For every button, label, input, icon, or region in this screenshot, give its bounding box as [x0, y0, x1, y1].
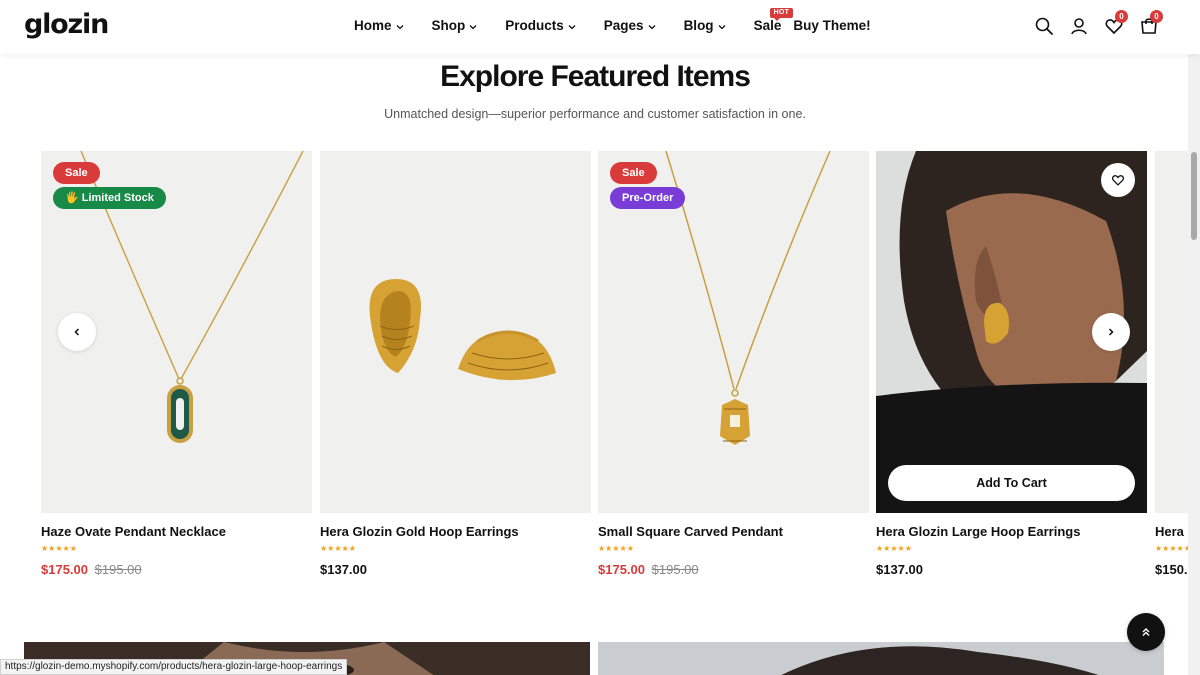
product-price: $175.00 $195.00 — [598, 562, 869, 577]
carousel-next-button[interactable] — [1092, 313, 1130, 351]
heart-icon — [1112, 175, 1124, 186]
nav-shop[interactable]: Shop — [432, 18, 478, 33]
product-price: $150.0 — [1155, 562, 1188, 577]
site-header: glozin Home Shop Products Pages Blog HOT… — [0, 0, 1200, 54]
nav-shop-label: Shop — [431, 18, 466, 33]
add-to-cart-button[interactable]: Add To Cart — [888, 465, 1135, 501]
regular-price: $150.0 — [1155, 562, 1188, 577]
rating-stars: ★★★★★ — [41, 544, 77, 553]
sale-badge: Sale — [610, 162, 657, 184]
product-title[interactable]: Hera C — [1155, 524, 1188, 539]
rating-stars: ★★★★★ — [876, 544, 912, 553]
rating-stars: ★★★★★ — [1155, 544, 1188, 553]
wishlist-icon[interactable]: 0 — [1104, 10, 1128, 36]
product-price: $175.00 $195.00 — [41, 562, 312, 577]
search-icon[interactable] — [1034, 16, 1054, 36]
nav-blog-label: Blog — [683, 18, 714, 33]
nav-pages-label: Pages — [603, 18, 644, 33]
cart-icon[interactable]: 0 — [1139, 10, 1163, 36]
scroll-to-top-button[interactable] — [1127, 613, 1165, 651]
chevron-right-icon — [1108, 328, 1114, 336]
rating-stars: ★★★★★ — [598, 544, 634, 553]
chevron-down-icon — [568, 18, 576, 33]
nav-buy-theme-label: Buy Theme! — [793, 18, 871, 33]
product-image[interactable] — [1155, 151, 1188, 513]
regular-price: $137.00 — [320, 562, 367, 577]
scrollbar-thumb[interactable] — [1191, 152, 1197, 240]
sale-price: $175.00 — [598, 562, 645, 577]
page-scrollbar[interactable] — [1188, 54, 1200, 675]
product-card[interactable]: Add To Cart Hera Glozin Large Hoop Earri… — [876, 151, 1147, 577]
status-url: https://glozin-demo.myshopify.com/produc… — [0, 659, 348, 675]
section-subtitle: Unmatched design—superior performance an… — [384, 107, 806, 121]
cart-count-badge: 0 — [1150, 10, 1163, 23]
product-title[interactable]: Small Square Carved Pendant — [598, 524, 869, 539]
product-card[interactable]: Hera Glozin Gold Hoop Earrings ★★★★★ $13… — [320, 151, 591, 577]
carousel-prev-button[interactable] — [58, 313, 96, 351]
product-price: $137.00 — [876, 562, 1147, 577]
account-icon[interactable] — [1069, 16, 1089, 36]
product-card[interactable]: Sale Pre-Order Small Square Carved Penda… — [598, 151, 869, 577]
product-image[interactable]: Sale Pre-Order — [598, 151, 869, 513]
regular-price: $137.00 — [876, 562, 923, 577]
nav-home-label: Home — [354, 18, 392, 33]
section-title: Explore Featured Items — [440, 60, 751, 93]
wishlist-button[interactable] — [1101, 163, 1135, 197]
sale-badge: Sale — [53, 162, 100, 184]
chevron-down-icon — [469, 18, 477, 33]
chevrons-up-icon — [1142, 628, 1150, 636]
product-image[interactable] — [320, 151, 591, 513]
nav-products[interactable]: Products — [505, 18, 576, 33]
compare-price: $195.00 — [651, 562, 699, 577]
product-title[interactable]: Hera Glozin Gold Hoop Earrings — [320, 524, 591, 539]
compare-price: $195.00 — [94, 562, 142, 577]
product-title[interactable]: Hera Glozin Large Hoop Earrings — [876, 524, 1147, 539]
wishlist-count-badge: 0 — [1115, 10, 1128, 23]
nav-home[interactable]: Home — [354, 18, 404, 33]
header-actions: 0 0 — [1034, 10, 1174, 36]
main-nav: Home Shop Products Pages Blog HOT Sale B… — [354, 8, 899, 33]
hot-badge: HOT — [769, 8, 794, 21]
collection-image[interactable] — [598, 642, 1164, 675]
pre-order-badge: Pre-Order — [610, 187, 686, 209]
chevron-down-icon — [648, 18, 656, 33]
nav-products-label: Products — [505, 18, 564, 33]
product-title[interactable]: Haze Ovate Pendant Necklace — [41, 524, 312, 539]
nav-sale[interactable]: HOT Sale — [754, 8, 794, 33]
product-card[interactable]: Sale 🖐 Limited Stock Haze Ovate Pendant … — [41, 151, 312, 577]
sale-price: $175.00 — [41, 562, 88, 577]
product-card[interactable]: Hera C ★★★★★ $150.0 — [1155, 151, 1188, 577]
limited-stock-badge: 🖐 Limited Stock — [53, 187, 166, 209]
chevron-left-icon — [74, 328, 80, 336]
rating-stars: ★★★★★ — [320, 544, 356, 553]
product-price: $137.00 — [320, 562, 591, 577]
model-image — [598, 642, 1164, 675]
nav-pages[interactable]: Pages — [604, 18, 656, 33]
logo[interactable]: glozin — [24, 9, 109, 40]
hoop-earrings-image — [369, 279, 556, 381]
chevron-down-icon — [396, 18, 404, 33]
nav-buy-theme[interactable]: Buy Theme! — [793, 18, 870, 33]
chevron-down-icon — [718, 18, 726, 33]
nav-blog[interactable]: Blog — [684, 18, 726, 33]
